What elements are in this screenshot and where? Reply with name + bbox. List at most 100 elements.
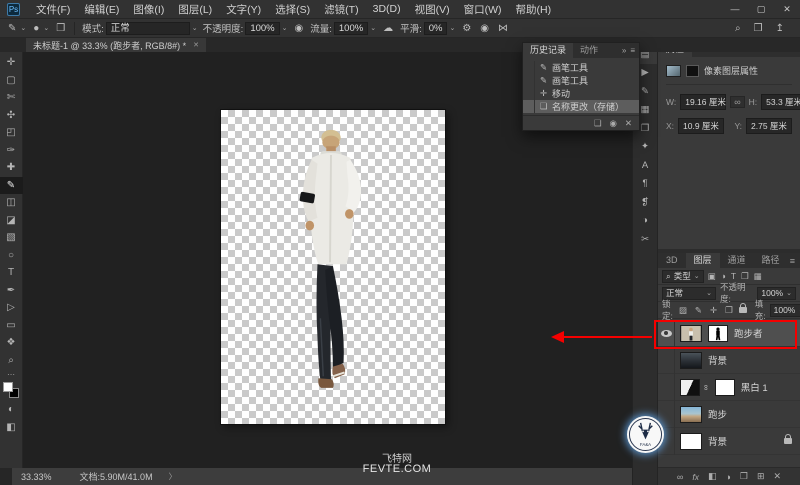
menu-type[interactable]: 文字(Y)	[219, 2, 268, 17]
tab-close-icon[interactable]: ✕	[193, 41, 199, 49]
edit-toolbar-icon[interactable]: ⋯	[0, 369, 23, 379]
history-source-cell[interactable]	[523, 74, 535, 87]
menu-filter[interactable]: 滤镜(T)	[317, 2, 365, 17]
x-input[interactable]: 10.9 厘米	[678, 118, 724, 134]
width-input[interactable]: 19.16 厘米	[680, 94, 726, 110]
hand-tool[interactable]: ❖	[0, 334, 23, 352]
crop-tool[interactable]: ◰	[0, 124, 23, 142]
eyedropper-tool[interactable]: ✑	[0, 142, 23, 160]
libraries-panel-icon[interactable]: ✦	[633, 138, 658, 157]
tab-paths[interactable]: 路径	[754, 253, 788, 268]
layer-name[interactable]: 跑步	[708, 407, 796, 421]
menu-3d[interactable]: 3D(D)	[366, 3, 408, 15]
tab-3d[interactable]: 3D	[658, 253, 686, 268]
tab-actions[interactable]: 动作	[573, 43, 605, 58]
history-source-cell[interactable]	[523, 100, 535, 113]
history-source-cell[interactable]	[523, 87, 535, 100]
panel-menu-icon[interactable]: ≡	[790, 256, 800, 266]
layer-name[interactable]: 背景	[708, 434, 784, 448]
chevron-down-icon[interactable]: ⌄	[449, 24, 455, 32]
airbrush-icon[interactable]: ☁	[381, 23, 395, 34]
path-select-tool[interactable]: ▷	[0, 299, 23, 317]
tab-layers[interactable]: 图层	[686, 253, 720, 268]
adjustments-panel-icon[interactable]: ◑	[633, 212, 658, 231]
opacity-input[interactable]: 100%	[245, 22, 279, 35]
adjustment-filter-icon[interactable]: ◑	[720, 271, 727, 281]
flow-input[interactable]: 100%	[334, 22, 368, 35]
delete-layer-icon[interactable]: ✕	[774, 471, 782, 482]
smoothing-input[interactable]: 0%	[424, 22, 448, 35]
workspace-switcher-icon[interactable]: ❒	[752, 23, 765, 34]
menu-layer[interactable]: 图层(L)	[171, 2, 219, 17]
lock-all-icon[interactable]	[739, 307, 747, 313]
layer-name[interactable]: 黑白 1	[741, 380, 796, 394]
healing-brush-tool[interactable]: ✚	[0, 159, 23, 177]
foreground-color-swatch[interactable]	[3, 382, 13, 392]
quick-mask-toggle[interactable]: ◐	[0, 401, 23, 419]
paragraph-panel-icon[interactable]: ¶	[633, 175, 658, 194]
menu-select[interactable]: 选择(S)	[268, 2, 317, 17]
minimize-button[interactable]: —	[722, 4, 748, 15]
visibility-toggle[interactable]	[658, 347, 675, 374]
maximize-button[interactable]: ▢	[748, 4, 774, 15]
layer-name[interactable]: 背景	[708, 353, 796, 367]
lasso-tool[interactable]: ✄	[0, 89, 23, 107]
zoom-tool[interactable]: ⌕	[0, 352, 23, 370]
chevron-down-icon[interactable]: ⌄	[370, 24, 376, 32]
brush-panel-toggle-icon[interactable]: ❒	[54, 23, 67, 34]
lock-image-icon[interactable]: ✎	[694, 305, 703, 316]
brush-tool[interactable]: ✎	[0, 177, 23, 195]
move-tool[interactable]: ✛	[0, 54, 23, 72]
pen-tool[interactable]: ✒	[0, 282, 23, 300]
shape-filter-icon[interactable]: ❐	[740, 271, 750, 282]
new-adjustment-layer-icon[interactable]: ◑	[725, 472, 730, 482]
tool-presets-panel-icon[interactable]: ✂	[633, 230, 658, 249]
close-button[interactable]: ✕	[774, 4, 800, 15]
new-layer-icon[interactable]: ⊞	[757, 471, 765, 482]
type-filter-icon[interactable]: T	[730, 271, 737, 281]
smoothing-gear-icon[interactable]: ⚙	[460, 23, 473, 34]
smart-object-filter-icon[interactable]: ▦	[753, 271, 763, 282]
delete-state-icon[interactable]: ✕	[625, 118, 632, 129]
lock-transparency-icon[interactable]: ▨	[678, 305, 688, 316]
history-step-selected[interactable]: ❏ 名称更改（存储）	[523, 100, 639, 113]
marquee-tool[interactable]: ▢	[0, 72, 23, 90]
quick-selection-tool[interactable]: ✣	[0, 107, 23, 125]
glyphs-panel-icon[interactable]: ❡	[633, 193, 658, 212]
layer-thumbnail[interactable]	[680, 433, 702, 450]
tab-history[interactable]: 历史记录	[523, 43, 573, 58]
pixel-filter-icon[interactable]: ▣	[707, 271, 717, 282]
chevron-down-icon[interactable]: ⌄	[282, 24, 288, 32]
shape-tool[interactable]: ▭	[0, 317, 23, 335]
gradient-tool[interactable]: ▧	[0, 229, 23, 247]
clone-stamp-tool[interactable]: ◫	[0, 194, 23, 212]
color-swatches[interactable]	[3, 382, 19, 398]
document-tab[interactable]: 未标题-1 @ 33.3% (跑步者, RGB/8#) * ✕	[26, 38, 206, 52]
history-source-cell[interactable]	[523, 61, 535, 74]
layer-mask-thumbnail[interactable]	[715, 379, 735, 396]
status-popup-icon[interactable]: 〉	[169, 471, 177, 482]
menu-help[interactable]: 帮助(H)	[509, 2, 559, 17]
layer-filter-select[interactable]: ⌕ 类型 ⌄	[662, 270, 704, 283]
tool-preset-picker[interactable]: ✎ ⌄	[6, 23, 26, 34]
new-group-icon[interactable]: ❐	[740, 471, 748, 482]
brush-preset-picker[interactable]: ● ⌄	[31, 23, 49, 34]
menu-image[interactable]: 图像(I)	[126, 2, 171, 17]
add-layer-mask-icon[interactable]: ◧	[708, 471, 717, 482]
menu-window[interactable]: 窗口(W)	[457, 2, 509, 17]
pressure-opacity-icon[interactable]: ◉	[293, 23, 306, 34]
layer-effects-icon[interactable]: fx	[692, 472, 699, 482]
menu-view[interactable]: 视图(V)	[408, 2, 457, 17]
zoom-level-field[interactable]: 33.33%	[21, 472, 52, 482]
pressure-size-icon[interactable]: ◉	[478, 23, 491, 34]
screen-mode-toggle[interactable]: ◧	[0, 419, 23, 437]
link-layers-icon[interactable]: ∞	[677, 472, 683, 482]
history-step[interactable]: ✎ 画笔工具	[523, 61, 639, 74]
layer-thumbnail[interactable]	[680, 406, 702, 423]
tab-channels[interactable]: 通道	[720, 253, 754, 268]
history-step[interactable]: ✛ 移动	[523, 87, 639, 100]
paint-symmetry-icon[interactable]: ⋈	[496, 23, 510, 34]
document-canvas[interactable]	[221, 110, 445, 424]
height-input[interactable]: 53.3 厘米	[761, 94, 800, 110]
panel-menu-icon[interactable]: ≡	[630, 46, 635, 55]
